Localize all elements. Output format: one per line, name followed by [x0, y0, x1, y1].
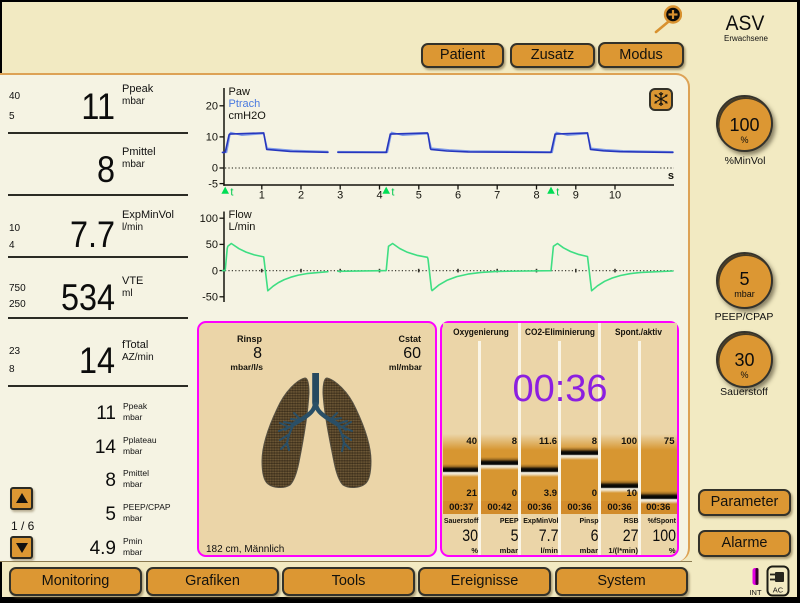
- svg-text:t: t: [391, 187, 394, 199]
- svg-text:3: 3: [337, 190, 343, 202]
- svg-text:0: 0: [212, 163, 218, 175]
- svg-text:8: 8: [533, 190, 539, 202]
- svg-text:t: t: [230, 187, 233, 199]
- svg-text:Ptrach: Ptrach: [229, 98, 261, 110]
- svg-text:10: 10: [609, 190, 621, 202]
- svg-text:9: 9: [573, 190, 579, 202]
- svg-text:20: 20: [206, 101, 218, 113]
- svg-text:1: 1: [259, 190, 265, 202]
- svg-text:Paw: Paw: [229, 86, 250, 98]
- svg-text:t: t: [556, 187, 559, 199]
- svg-text:L/min: L/min: [229, 221, 256, 233]
- svg-text:-5: -5: [208, 178, 218, 190]
- svg-text:6: 6: [455, 190, 461, 202]
- svg-text:Flow: Flow: [229, 209, 252, 221]
- svg-text:AC: AC: [773, 586, 784, 595]
- svg-text:INT: INT: [749, 588, 762, 597]
- svg-text:10: 10: [206, 132, 218, 144]
- svg-text:-50: -50: [202, 292, 218, 304]
- svg-text:100: 100: [200, 213, 218, 225]
- svg-text:2: 2: [298, 190, 304, 202]
- svg-text:cmH2O: cmH2O: [229, 110, 267, 122]
- svg-text:s: s: [668, 170, 674, 182]
- svg-text:50: 50: [206, 239, 218, 251]
- svg-text:0: 0: [212, 265, 218, 277]
- svg-text:7: 7: [494, 190, 500, 202]
- svg-text:5: 5: [416, 190, 422, 202]
- svg-text:4: 4: [376, 190, 382, 202]
